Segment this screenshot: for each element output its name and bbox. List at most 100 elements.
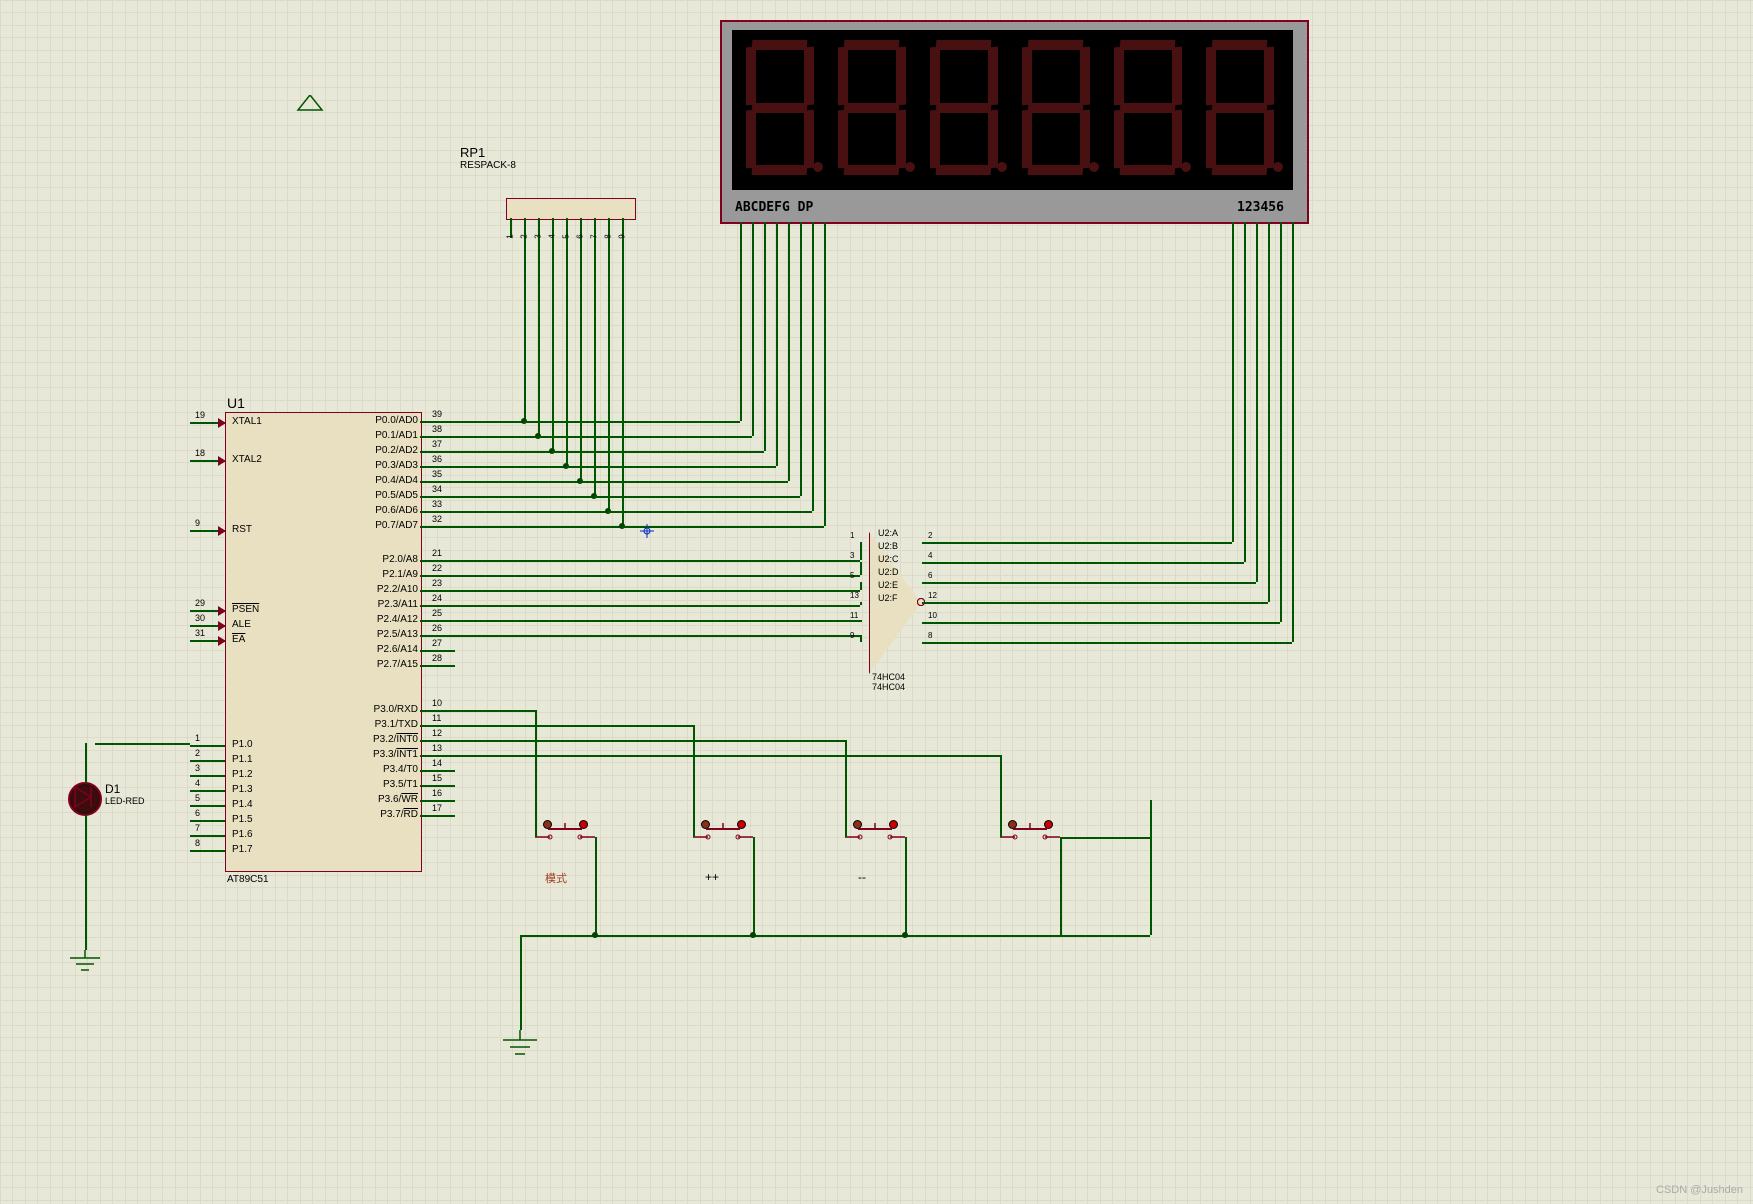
pin-number: 16 <box>432 788 442 798</box>
pin-number: 7 <box>195 823 200 833</box>
pin-stub <box>420 725 455 727</box>
wire <box>455 511 608 513</box>
wire <box>455 560 860 562</box>
pin-name: P3.2/INT0 <box>373 734 418 745</box>
wire <box>595 837 597 935</box>
pin-stub <box>1280 222 1282 240</box>
rp1-part: RESPACK-8 <box>460 160 516 171</box>
pin-name: P2.5/A13 <box>377 629 418 640</box>
pin-number: 35 <box>432 469 442 479</box>
pin-number: 17 <box>432 803 442 813</box>
wire <box>85 743 87 783</box>
pin-stub <box>190 835 225 837</box>
wire <box>860 542 862 560</box>
wire <box>860 602 862 605</box>
pin-arrow-icon <box>218 526 228 536</box>
pin-number: 25 <box>432 608 442 618</box>
pin-stub <box>420 815 455 817</box>
pin-name: P0.1/AD1 <box>375 430 418 441</box>
pin-name: P0.7/AD7 <box>375 520 418 531</box>
wire <box>524 421 740 423</box>
pin-stub <box>420 635 455 637</box>
pin-number: 22 <box>432 563 442 573</box>
pin-name: P0.3/AD3 <box>375 460 418 471</box>
pin-stub <box>1244 222 1246 240</box>
pin-name: ALE <box>232 619 251 630</box>
wire <box>1000 755 1002 837</box>
pin-stub <box>1292 222 1294 240</box>
pin-name: RST <box>232 524 252 535</box>
pin-name: P3.0/RXD <box>374 704 418 715</box>
pin-stub <box>420 605 455 607</box>
pin-number: 33 <box>432 499 442 509</box>
wire <box>455 575 860 577</box>
wire <box>860 582 862 590</box>
pin-stub <box>420 710 455 712</box>
seven-seg-digit <box>832 35 917 180</box>
wire <box>1244 240 1246 562</box>
wire <box>535 710 537 837</box>
pin-stub <box>420 466 455 468</box>
junction-node <box>592 932 598 938</box>
pin-number: 29 <box>195 598 205 608</box>
pin-stub <box>190 775 225 777</box>
pin-number: 15 <box>432 773 442 783</box>
wire <box>538 436 752 438</box>
pin-arrow-icon <box>218 418 228 428</box>
wire <box>455 740 845 742</box>
wire <box>594 496 800 498</box>
pin-number: 24 <box>432 593 442 603</box>
wire <box>693 725 695 837</box>
pin-stub <box>420 421 455 423</box>
wire <box>1268 240 1270 602</box>
pin-name: P2.3/A11 <box>378 599 418 610</box>
wire <box>580 238 582 481</box>
pin-name: P1.6 <box>232 829 253 840</box>
pin-stub <box>420 620 455 622</box>
pin-name: P1.7 <box>232 844 253 855</box>
pin-name: P3.7/RD <box>380 809 418 820</box>
wire <box>455 481 580 483</box>
wire <box>85 815 87 950</box>
watermark: CSDN @Jushden <box>1656 1184 1743 1196</box>
pin-number: 8 <box>195 838 200 848</box>
pin-name: P1.4 <box>232 799 253 810</box>
pin-name: P3.3/INT1 <box>373 749 418 760</box>
wire <box>1280 240 1282 622</box>
pin-number: 30 <box>195 613 205 623</box>
pin-stub <box>420 770 455 772</box>
wire <box>860 562 862 575</box>
wire <box>1060 837 1150 839</box>
u2-part2: 74HC04 <box>872 682 905 692</box>
schematic-canvas[interactable]: U1 AT89C51 19 XTAL1 18 XTAL2 9 RST 29 PS… <box>0 0 1753 1204</box>
button-symbol-icon <box>693 823 753 845</box>
wire <box>455 526 622 528</box>
pin-number: 23 <box>432 578 442 588</box>
wire <box>622 238 624 526</box>
pin-number: 12 <box>432 728 442 738</box>
u2-pin-out: 2 <box>928 531 932 540</box>
pin-stub <box>190 745 225 747</box>
pin-stub <box>764 222 766 240</box>
origin-marker-icon <box>640 524 654 538</box>
rp1-body[interactable] <box>506 198 636 220</box>
ground-icon <box>68 950 103 975</box>
pin-stub <box>420 740 455 742</box>
seven-seg-digit <box>1200 35 1285 180</box>
pin-name: P2.1/A9 <box>382 569 418 580</box>
pin-number: 27 <box>432 638 442 648</box>
pin-name: P3.1/TXD <box>375 719 418 730</box>
seg-digit-label: 123456 <box>1237 200 1284 215</box>
pin-number: 31 <box>195 628 205 638</box>
wire <box>580 481 788 483</box>
pin-name: P0.6/AD6 <box>375 505 418 516</box>
u2-pin-in: 5 <box>850 571 854 580</box>
pin-stub <box>420 496 455 498</box>
wire <box>922 562 1244 564</box>
btn1-label: 模式 <box>545 870 567 886</box>
wire <box>752 240 754 436</box>
pin-stub <box>788 222 790 240</box>
pin-name: P3.6/WR <box>378 794 418 805</box>
pin-stub <box>190 760 225 762</box>
pin-number: 21 <box>432 548 442 558</box>
